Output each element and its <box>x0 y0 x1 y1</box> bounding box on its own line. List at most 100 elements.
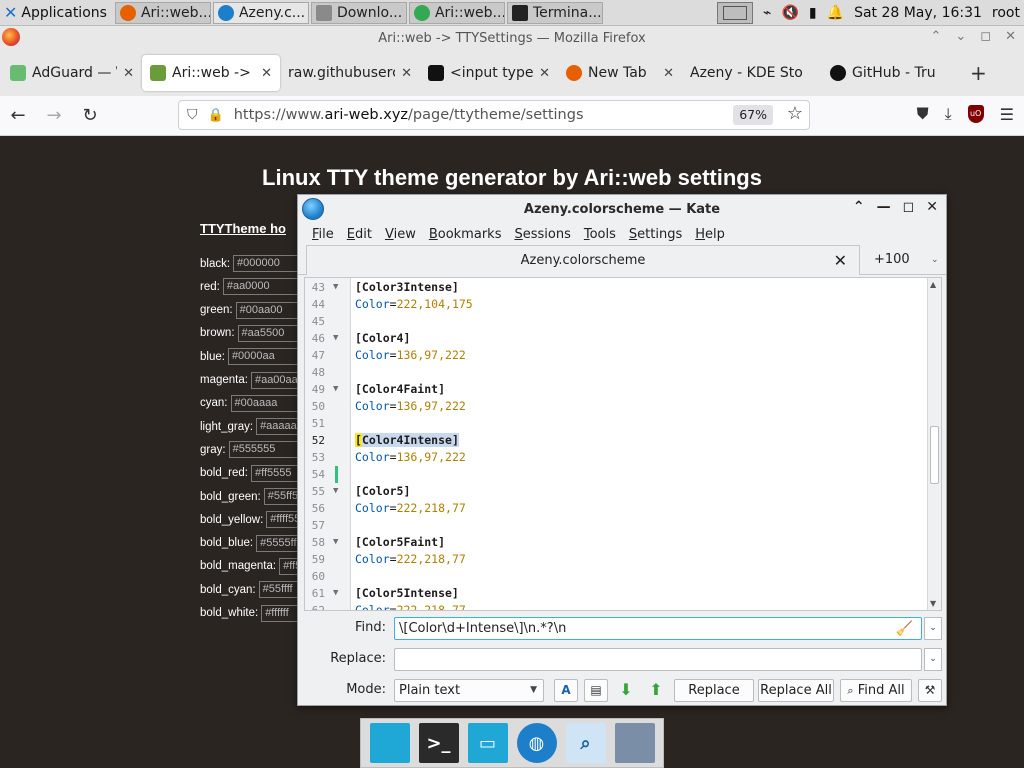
code-line[interactable]: 53 Color=136,97,222 <box>305 449 925 466</box>
browser-tab-3[interactable]: <input type= ✕ <box>420 55 558 91</box>
downloads-icon[interactable]: ⤓ <box>945 104 952 124</box>
code-line[interactable]: 55 ▼ [Color5] <box>305 483 925 500</box>
fold-arrow-icon[interactable]: ▼ <box>333 279 338 296</box>
taskbar-task-1[interactable]: Azeny.c... <box>212 1 309 24</box>
menu-tools[interactable]: Tools <box>584 227 616 242</box>
ublock-origin-icon[interactable]: uO <box>967 105 984 123</box>
forward-arrow-icon[interactable]: → <box>36 105 72 126</box>
code-line[interactable]: 43 ▼ [Color3Intense] <box>305 279 925 296</box>
scroll-down-icon[interactable]: ▼ <box>930 599 936 608</box>
code-line[interactable]: 46 ▼ [Color4] <box>305 330 925 347</box>
tab-close-icon[interactable]: ✕ <box>123 66 134 81</box>
more-tabs-button[interactable]: +100 <box>874 252 910 267</box>
browser-tab-6[interactable]: GitHub - Tru <box>822 55 964 91</box>
dock-search-icon[interactable]: ⌕ <box>565 723 606 763</box>
menu-settings[interactable]: Settings <box>629 227 682 242</box>
selection-only-icon[interactable]: ▤ <box>584 679 608 702</box>
tab-close-icon[interactable]: ✕ <box>261 66 272 81</box>
ff-maximize-icon[interactable]: ◻ <box>980 29 991 44</box>
taskbar-task-3[interactable]: Ari::web... <box>408 1 505 24</box>
clock[interactable]: Sat 28 May, 16:31 <box>854 5 982 21</box>
browser-tab-1[interactable]: Ari::web -> T ✕ <box>142 55 280 91</box>
scroll-up-icon[interactable]: ▲ <box>930 280 936 289</box>
code-line[interactable]: 49 ▼ [Color4Faint] <box>305 381 925 398</box>
code-line[interactable]: 62 Color=222,218,77 <box>305 602 925 610</box>
ff-minimize-icon[interactable]: ⌄ <box>955 29 966 44</box>
taskbar-task-2[interactable]: Downlo... <box>310 1 407 24</box>
browser-tab-5[interactable]: Azeny - KDE Sto <box>682 55 822 91</box>
find-input[interactable]: \[Color\d+Intense\]\n.*?\n 🧹 <box>394 617 922 640</box>
fold-arrow-icon[interactable]: ▼ <box>333 381 338 398</box>
bookmark-star-icon[interactable]: ☆ <box>787 103 803 124</box>
tab-close-icon[interactable]: ✕ <box>539 66 550 81</box>
lock-icon[interactable]: 🔒 <box>208 108 224 123</box>
code-line[interactable]: 51 <box>305 415 925 432</box>
hamburger-menu-icon[interactable]: ☰ <box>1000 105 1014 124</box>
replace-history-caret-icon[interactable]: ⌄ <box>924 648 942 671</box>
code-line[interactable]: 60 <box>305 568 925 585</box>
code-line[interactable]: 47 Color=136,97,222 <box>305 347 925 364</box>
battery-icon[interactable]: ▮ <box>809 5 817 21</box>
url-bar[interactable]: ⛉ 🔒 https://www. ari-web.xyz/page/ttythem… <box>178 100 810 130</box>
dock-folder-icon[interactable] <box>614 723 655 763</box>
kate-close-icon[interactable]: ✕ <box>926 199 938 215</box>
find-next-arrow-icon[interactable]: ⬇ <box>614 679 638 702</box>
browser-tab-0[interactable]: AdGuard — \ ✕ <box>2 55 142 91</box>
zoom-badge[interactable]: 67% <box>733 105 773 125</box>
dock-web-browser-icon[interactable]: ◍ <box>516 723 557 763</box>
editor-vertical-scrollbar[interactable]: ▲ ▼ <box>927 278 941 610</box>
menu-view[interactable]: View <box>385 227 416 242</box>
new-tab-plus-icon[interactable]: + <box>970 61 987 85</box>
fold-arrow-icon[interactable]: ▼ <box>333 585 338 602</box>
code-line[interactable]: 58 ▼ [Color5Faint] <box>305 534 925 551</box>
menu-bookmarks[interactable]: Bookmarks <box>429 227 502 242</box>
taskbar-task-0[interactable]: Ari::web... <box>114 1 211 24</box>
code-line[interactable]: 54 <box>305 466 925 483</box>
menu-help[interactable]: Help <box>695 227 725 242</box>
code-line[interactable]: 52 [Color4Intense] <box>305 432 925 449</box>
applications-menu[interactable]: ✕ Applications <box>0 0 113 26</box>
user-name[interactable]: root <box>992 5 1020 21</box>
editor-view[interactable]: 43 ▼ [Color3Intense] 44 Color=222,104,175 45 4… <box>304 277 942 611</box>
dock-files-icon[interactable]: ▭ <box>467 723 508 763</box>
code-line[interactable]: 57 <box>305 517 925 534</box>
dock-terminal-icon[interactable]: >_ <box>418 723 459 763</box>
volume-icon[interactable]: 🔇 <box>781 5 798 21</box>
browser-tab-2[interactable]: raw.githubuserc ✕ <box>280 55 420 91</box>
fold-arrow-icon[interactable]: ▼ <box>333 330 338 347</box>
find-all-button[interactable]: ⌕ Find All <box>840 679 912 702</box>
tab-close-icon[interactable]: ✕ <box>834 251 847 270</box>
ff-close-icon[interactable]: ✕ <box>1005 29 1016 44</box>
match-case-icon[interactable]: A <box>554 679 578 702</box>
code-line[interactable]: 61 ▼ [Color5Intense] <box>305 585 925 602</box>
replace-all-button[interactable]: Replace All <box>758 679 834 702</box>
kate-document-tab[interactable]: Azeny.colorscheme ✕ <box>306 245 860 275</box>
workspace-switcher[interactable] <box>717 1 754 24</box>
mode-select[interactable]: Plain text ▼ <box>394 679 544 702</box>
replace-input[interactable] <box>394 648 922 671</box>
find-history-caret-icon[interactable]: ⌄ <box>924 617 942 640</box>
search-options-tools-icon[interactable]: ⚒ <box>918 679 942 702</box>
kate-collapse-icon[interactable]: ⌃ <box>853 199 865 215</box>
fold-arrow-icon[interactable]: ▼ <box>333 534 338 551</box>
tab-close-icon[interactable]: ✕ <box>401 66 412 81</box>
notification-bell-icon[interactable]: 🔔 <box>827 5 844 21</box>
clear-broom-icon[interactable]: 🧹 <box>896 619 913 639</box>
network-icon[interactable]: ⌁ <box>763 5 771 21</box>
replace-button[interactable]: Replace <box>674 679 754 702</box>
fold-arrow-icon[interactable]: ▼ <box>333 483 338 500</box>
dock-desktop-icon[interactable] <box>369 723 410 763</box>
code-line[interactable]: 44 Color=222,104,175 <box>305 296 925 313</box>
taskbar-task-4[interactable]: Termina... <box>506 1 603 24</box>
browser-tab-4[interactable]: New Tab ✕ <box>558 55 682 91</box>
pocket-icon[interactable]: ⛊ <box>917 104 929 124</box>
ff-collapse-icon[interactable]: ⌃ <box>930 29 941 44</box>
menu-edit[interactable]: Edit <box>347 227 372 242</box>
reload-icon[interactable]: ↻ <box>72 105 108 126</box>
find-previous-arrow-icon[interactable]: ⬆ <box>644 679 668 702</box>
scroll-thumb[interactable] <box>930 426 939 484</box>
menu-sessions[interactable]: Sessions <box>514 227 570 242</box>
page-subheading-link[interactable]: TTYTheme ho <box>200 221 286 236</box>
code-line[interactable]: 50 Color=136,97,222 <box>305 398 925 415</box>
code-line[interactable]: 48 <box>305 364 925 381</box>
